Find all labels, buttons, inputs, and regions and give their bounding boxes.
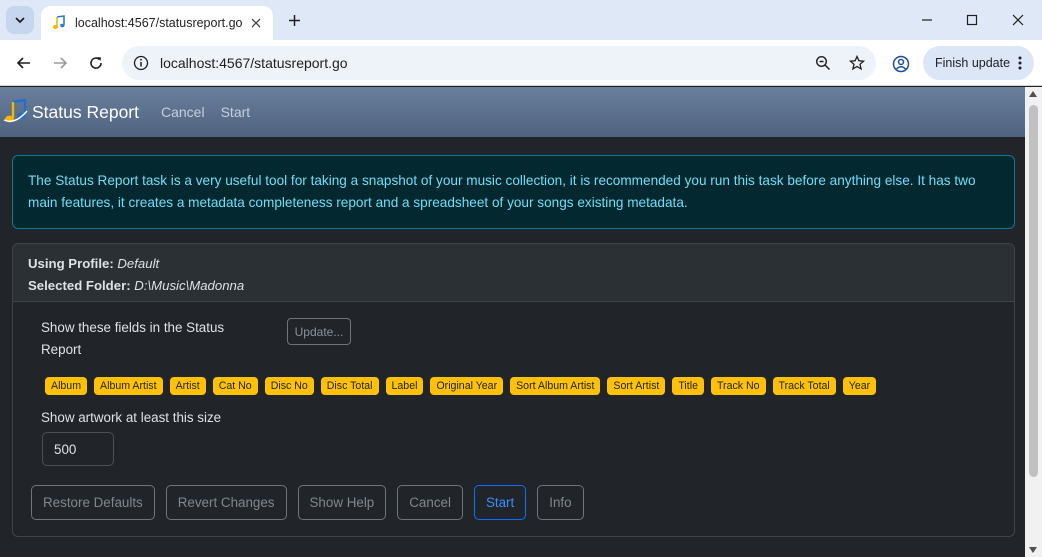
scroll-down-icon[interactable] [1029, 547, 1037, 553]
arrow-right-icon [54, 57, 68, 69]
field-tag: Disc Total [320, 377, 379, 395]
address-bar[interactable]: localhost:4567/statusreport.go [122, 46, 876, 80]
profile-label: Using Profile: [28, 256, 114, 271]
vertical-scrollbar[interactable] [1025, 87, 1042, 557]
scroll-thumb[interactable] [1029, 105, 1038, 477]
show-help-button[interactable]: Show Help [297, 485, 387, 520]
info-button[interactable]: Info [537, 485, 584, 520]
revert-changes-button[interactable]: Revert Changes [165, 485, 287, 520]
folder-line: Selected Folder: D:\Music\Madonna [28, 275, 999, 297]
finish-update-button[interactable]: Finish update [923, 46, 1034, 80]
more-vert-icon [1018, 56, 1022, 70]
new-tab-button[interactable] [282, 8, 306, 32]
field-tag: Cat No [212, 377, 258, 395]
field-tag: Year [842, 377, 877, 395]
zoom-icon[interactable] [808, 48, 838, 78]
field-tag: Sort Album Artist [510, 377, 601, 395]
music-logo-icon [3, 99, 28, 123]
profile-button[interactable] [886, 49, 916, 79]
music-note-icon [52, 15, 65, 29]
page-viewport: Status Report Cancel Start The Status Re… [0, 87, 1042, 557]
field-tag: Album [45, 377, 88, 395]
finish-update-label: Finish update [935, 56, 1011, 70]
minimize-icon [922, 19, 932, 21]
profile-line: Using Profile: Default [28, 253, 999, 275]
brand-title[interactable]: Status Report [32, 102, 139, 123]
artwork-size-label: Show artwork at least this size [41, 410, 222, 425]
info-alert: The Status Report task is a very useful … [12, 155, 1015, 229]
folder-label: Selected Folder: [28, 278, 131, 293]
arrow-left-icon [16, 57, 30, 69]
chevron-down-icon [15, 17, 25, 24]
field-tag: Album Artist [94, 377, 163, 395]
maximize-icon [966, 14, 978, 26]
profile-value: Default [117, 256, 160, 271]
reload-button[interactable] [82, 49, 110, 77]
update-fields-button[interactable]: Update... [287, 318, 351, 345]
action-buttons: Restore Defaults Revert Changes Show Hel… [31, 485, 595, 520]
maximize-button[interactable] [950, 6, 994, 34]
card-header: Using Profile: Default Selected Folder: … [13, 244, 1014, 302]
field-tag: Title [672, 377, 704, 395]
field-tag: Track No [710, 377, 766, 395]
restore-defaults-button[interactable]: Restore Defaults [31, 485, 155, 520]
nav-link-cancel[interactable]: Cancel [161, 104, 205, 120]
scroll-up-icon[interactable] [1029, 91, 1037, 97]
url-text: localhost:4567/statusreport.go [160, 55, 348, 71]
account-icon [892, 55, 910, 73]
browser-tab[interactable]: localhost:4567/statusreport.go [41, 6, 273, 40]
field-tag: Sort Artist [607, 377, 666, 395]
app-navbar: Status Report Cancel Start [0, 87, 1025, 137]
browser-toolbar: localhost:4567/statusreport.go Finish up… [0, 40, 1042, 86]
close-window-button[interactable] [996, 6, 1040, 34]
back-button[interactable] [10, 49, 38, 77]
field-tags: Album Album Artist Artist Cat No Disc No… [45, 377, 883, 395]
cancel-button[interactable]: Cancel [397, 485, 463, 520]
plus-icon [288, 14, 300, 26]
tab-search-button[interactable] [6, 6, 34, 34]
minimize-button[interactable] [905, 6, 949, 34]
close-tab-button[interactable] [245, 12, 267, 34]
start-button[interactable]: Start [473, 485, 527, 520]
field-tag: Label [385, 377, 424, 395]
folder-value: D:\Music\Madonna [134, 278, 245, 293]
bookmark-star-icon[interactable] [842, 48, 872, 78]
artwork-size-input[interactable]: 500 [42, 432, 114, 466]
field-tag: Artist [169, 377, 206, 395]
forward-button[interactable] [46, 49, 74, 77]
field-tag: Original Year [430, 377, 504, 395]
close-icon [251, 18, 261, 28]
fields-label: Show these fields in the Status Report [41, 320, 225, 357]
settings-card: Using Profile: Default Selected Folder: … [12, 243, 1015, 537]
reload-icon [90, 57, 102, 69]
tab-title: localhost:4567/statusreport.go [75, 16, 243, 30]
close-icon [1012, 14, 1024, 26]
nav-link-start[interactable]: Start [221, 104, 251, 120]
browser-tabstrip: localhost:4567/statusreport.go [0, 0, 1042, 40]
site-info-icon[interactable] [124, 46, 158, 80]
field-tag: Track Total [772, 377, 836, 395]
field-tag: Disc No [264, 377, 314, 395]
